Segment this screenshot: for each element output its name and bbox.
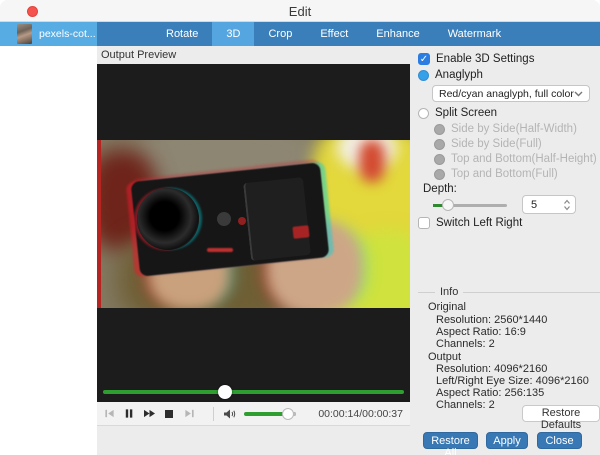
tab-3d[interactable]: 3D [212,22,254,46]
volume-slider[interactable] [244,412,296,416]
side-by-side-full-label: Side by Side(Full) [451,138,542,150]
split-option-row: Top and Bottom(Full) [434,168,558,180]
skip-to-end-icon [184,408,195,419]
pause-button[interactable] [119,406,139,422]
anaglyph-radio[interactable] [418,70,429,81]
split-option-row: Top and Bottom(Half-Height) [434,153,597,165]
playback-progress-thumb[interactable] [218,385,232,399]
transport-bar: 00:00:14/00:00:37 [97,402,410,426]
enable-3d-checkbox[interactable]: ✓ [418,53,430,65]
stepper-up-down-icon[interactable] [563,199,571,211]
restore-all-button[interactable]: Restore All [423,432,478,449]
switch-left-right-label: Switch Left Right [436,217,522,229]
video-camera-panel [243,177,311,261]
video-red-accent [359,140,385,182]
depth-label-row: Depth: [423,183,457,195]
top-bottom-full-label: Top and Bottom(Full) [451,168,558,180]
info-original-channels: Channels: 2 [436,338,495,350]
anaglyph-row: Anaglyph [418,69,483,81]
switch-left-right-checkbox[interactable] [418,217,430,229]
enable-3d-label: Enable 3D Settings [436,53,534,65]
side-by-side-half-radio [434,124,445,135]
enable-3d-row: ✓ Enable 3D Settings [418,53,534,65]
top-bottom-half-label: Top and Bottom(Half-Height) [451,153,597,165]
settings-panel: ✓ Enable 3D Settings Anaglyph Red/cyan a… [410,46,600,455]
restore-defaults-button[interactable]: Restore Defaults [522,405,600,422]
window-title: Edit [0,4,600,19]
info-output-heading: Output [428,351,461,363]
video-camera-red-logo [292,225,309,239]
switch-left-right-row: Switch Left Right [418,217,522,229]
top-bottom-full-radio [434,169,445,180]
video-camera-red-text [207,248,233,252]
skip-to-start-icon [104,408,115,419]
info-original-aspect: Aspect Ratio: 16:9 [436,326,526,338]
video-camera-dial [217,212,231,226]
edit-dialog-window: Edit pexels-cot... Rotate 3D Crop Effect… [0,0,600,455]
transport-separator [213,407,214,421]
edit-tab-bar: Rotate 3D Crop Effect Enhance Watermark [97,22,600,46]
anaglyph-mode-select[interactable]: Red/cyan anaglyph, full color [432,85,590,102]
split-screen-radio[interactable] [418,108,429,119]
depth-slider[interactable] [433,204,507,207]
depth-value: 5 [527,199,563,211]
clip-sidebar: pexels-cot... [0,22,97,455]
depth-slider-thumb[interactable] [442,199,454,211]
info-group-title: Info [435,286,463,298]
title-bar: Edit [0,0,600,22]
depth-label: Depth: [423,183,457,195]
info-original-heading: Original [428,301,466,313]
playback-time: 00:00:14/00:00:37 [318,408,403,420]
tab-enhance[interactable]: Enhance [362,22,433,46]
fast-forward-icon [143,408,156,419]
video-preview-area [97,64,410,402]
info-output-channels: Channels: 2 [436,399,495,411]
speaker-icon [223,408,237,420]
split-screen-label: Split Screen [435,107,497,119]
stop-button[interactable] [159,406,179,422]
anaglyph-label: Anaglyph [435,69,483,81]
info-output-eye-size: Left/Right Eye Size: 4096*2160 [436,375,589,387]
anaglyph-mode-value: Red/cyan anaglyph, full color [439,88,574,100]
clip-name: pexels-cot... [39,28,96,40]
volume-button[interactable] [220,406,240,422]
clip-thumbnail [17,24,32,44]
tab-effect[interactable]: Effect [306,22,362,46]
playback-progress-slider[interactable] [103,390,404,394]
tab-rotate[interactable]: Rotate [152,22,212,46]
stop-icon [164,409,174,419]
sidebar-item-clip[interactable]: pexels-cot... [0,22,97,46]
video-anaglyph-red-fringe [97,140,101,308]
depth-stepper[interactable]: 5 [522,195,576,214]
split-option-row: Side by Side(Half-Width) [434,123,577,135]
skip-to-end-button[interactable] [179,406,199,422]
side-by-side-full-radio [434,139,445,150]
info-output-aspect: Aspect Ratio: 256:135 [436,387,544,399]
fast-forward-button[interactable] [139,406,159,422]
split-screen-row: Split Screen [418,107,497,119]
tab-crop[interactable]: Crop [254,22,306,46]
skip-to-start-button[interactable] [99,406,119,422]
volume-slider-thumb[interactable] [282,408,294,420]
split-option-row: Side by Side(Full) [434,138,542,150]
pause-icon [124,408,134,419]
tab-watermark[interactable]: Watermark [434,22,515,46]
chevron-down-icon [574,91,583,97]
top-bottom-half-radio [434,154,445,165]
info-output-resolution: Resolution: 4096*2160 [436,363,547,375]
apply-button[interactable]: Apply [486,432,528,449]
close-button[interactable]: Close [537,432,582,449]
side-by-side-half-label: Side by Side(Half-Width) [451,123,577,135]
info-original-resolution: Resolution: 2560*1440 [436,314,547,326]
output-preview-label: Output Preview [101,49,176,61]
video-frame-anaglyph-camera [97,140,410,308]
